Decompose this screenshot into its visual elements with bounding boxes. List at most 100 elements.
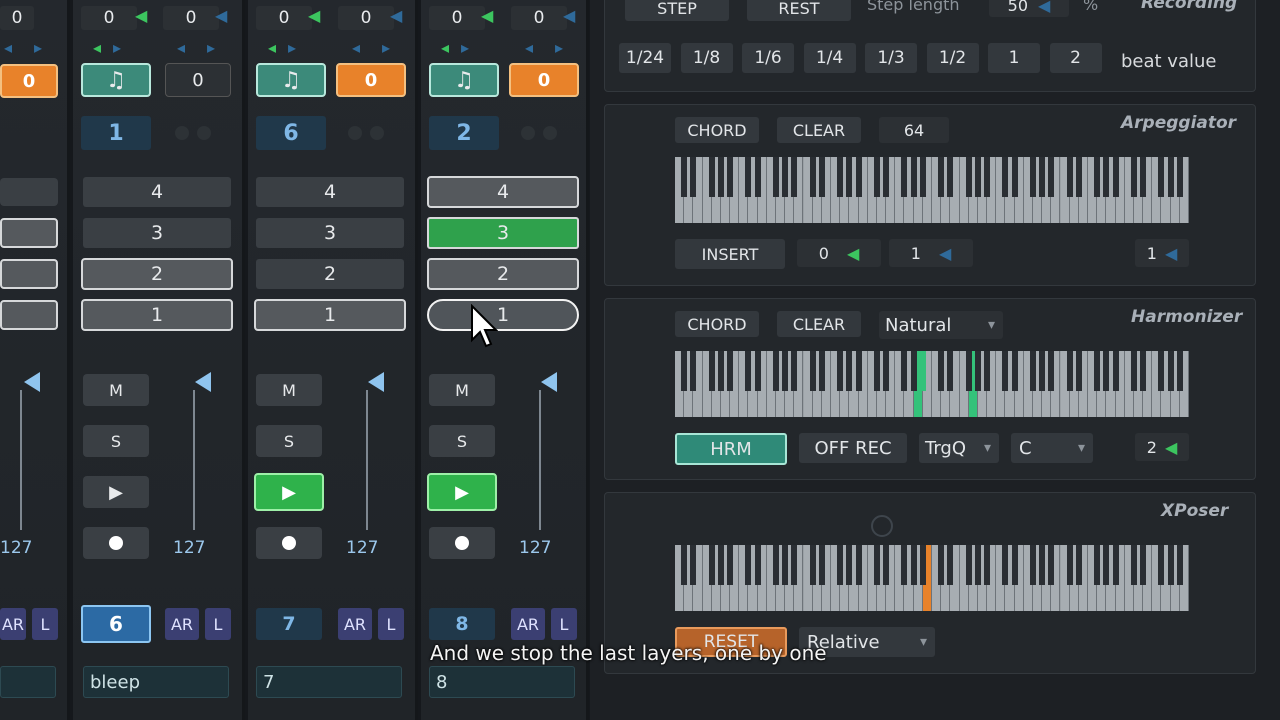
black-key[interactable] — [809, 351, 816, 391]
strip1-layer-1[interactable]: 1 — [81, 299, 233, 331]
beat-value-button[interactable]: 2 — [1049, 43, 1102, 73]
strip3-number-button[interactable]: 8 — [429, 608, 495, 640]
black-key[interactable] — [818, 351, 825, 391]
strip1-solo-button[interactable]: S — [83, 425, 149, 457]
trigger-dropdown[interactable]: TrgQ — [919, 433, 999, 463]
black-key[interactable] — [1103, 545, 1110, 585]
black-key[interactable] — [681, 157, 688, 197]
arrow-left-icon[interactable]: ◀ — [563, 6, 575, 25]
black-key[interactable] — [1066, 157, 1073, 197]
arrow-right-icon[interactable]: ▸ — [382, 38, 390, 57]
black-key[interactable] — [717, 351, 724, 391]
arrow-right-icon[interactable]: ▸ — [34, 38, 42, 57]
strip1-layer-4[interactable]: 4 — [83, 177, 231, 207]
black-key[interactable] — [901, 351, 908, 391]
strip1-l-button[interactable]: L — [205, 608, 231, 640]
black-key[interactable] — [984, 545, 991, 585]
strip0-velocity-flag[interactable] — [24, 372, 40, 392]
strip2-value-a[interactable]: 0 — [256, 6, 312, 30]
black-key[interactable] — [1039, 351, 1046, 391]
black-key[interactable] — [1140, 157, 1147, 197]
strip3-l-button[interactable]: L — [551, 608, 577, 640]
black-key[interactable] — [1002, 157, 1009, 197]
beat-value-button[interactable]: 1/24 — [619, 43, 671, 73]
arp-value-box[interactable]: 64 — [879, 117, 949, 143]
strip3-layer-4[interactable]: 4 — [427, 176, 579, 208]
black-key[interactable] — [1075, 545, 1082, 585]
strip0-layer-0[interactable] — [0, 300, 58, 330]
arrow-right-icon[interactable]: ▸ — [288, 38, 296, 57]
black-key[interactable] — [883, 351, 890, 391]
strip3-layer-1[interactable]: 1 — [427, 299, 579, 331]
black-key[interactable] — [855, 351, 862, 391]
black-key[interactable] — [818, 157, 825, 197]
arp-param2[interactable]: 1 ◀ — [889, 239, 973, 267]
harm-clear-button[interactable]: CLEAR — [777, 311, 861, 337]
arrow-left-icon[interactable]: ◀ — [135, 6, 147, 25]
beat-value-button[interactable]: 1/2 — [926, 43, 979, 73]
black-key[interactable] — [791, 545, 798, 585]
black-key[interactable] — [1176, 351, 1183, 391]
arrow-left-icon[interactable]: ◂ — [268, 38, 276, 57]
black-key[interactable] — [772, 545, 779, 585]
black-key[interactable] — [873, 157, 880, 197]
black-key[interactable] — [1039, 157, 1046, 197]
black-key[interactable] — [846, 157, 853, 197]
black-key[interactable] — [947, 545, 954, 585]
strip0-l-button[interactable]: L — [32, 608, 58, 640]
black-key[interactable] — [938, 545, 945, 585]
strip2-l-button[interactable]: L — [378, 608, 404, 640]
black-key[interactable] — [965, 157, 972, 197]
strip3-record-button[interactable] — [429, 527, 495, 559]
strip2-play-button[interactable]: ▶ — [254, 473, 324, 511]
arpeggiator-keyboard[interactable] — [675, 157, 1189, 223]
strip0-ar-button[interactable]: AR — [0, 608, 26, 640]
key-dropdown[interactable]: C — [1011, 433, 1093, 463]
black-key[interactable] — [974, 157, 981, 197]
black-key[interactable] — [1094, 157, 1101, 197]
transpose-knob-icon[interactable] — [871, 515, 893, 537]
black-key[interactable] — [772, 157, 779, 197]
black-key[interactable] — [727, 351, 734, 391]
strip1-layer-2[interactable]: 2 — [81, 258, 233, 290]
black-key[interactable] — [883, 157, 890, 197]
black-key[interactable] — [690, 157, 697, 197]
black-key[interactable] — [1140, 545, 1147, 585]
strip3-layer-3[interactable]: 3 — [427, 217, 579, 249]
black-key[interactable] — [1011, 351, 1018, 391]
strip2-note-button[interactable]: ♫ — [256, 63, 326, 97]
strip2-orange-button[interactable]: 0 — [336, 63, 406, 97]
black-key[interactable] — [1130, 157, 1137, 197]
black-key[interactable] — [837, 545, 844, 585]
strip3-layer-2[interactable]: 2 — [427, 258, 579, 290]
black-key[interactable] — [818, 545, 825, 585]
step-length-value[interactable]: 50 ◀ — [989, 0, 1069, 17]
black-key[interactable] — [782, 351, 789, 391]
black-key[interactable] — [846, 351, 853, 391]
black-key[interactable] — [873, 545, 880, 585]
black-key[interactable] — [1066, 351, 1073, 391]
black-key[interactable] — [910, 545, 917, 585]
black-key[interactable] — [1048, 545, 1055, 585]
strip0-layer-1[interactable] — [0, 259, 58, 289]
black-key[interactable] — [1011, 157, 1018, 197]
black-key[interactable] — [745, 545, 752, 585]
black-key[interactable] — [984, 157, 991, 197]
strip1-channel[interactable]: 1 — [81, 116, 151, 150]
black-key[interactable] — [809, 157, 816, 197]
black-key[interactable] — [974, 545, 981, 585]
strip3-note-button[interactable]: ♫ — [429, 63, 499, 97]
black-key[interactable] — [727, 545, 734, 585]
harm-value-box[interactable]: 2 ◀ — [1135, 433, 1189, 461]
black-key[interactable] — [1094, 545, 1101, 585]
black-key[interactable] — [1011, 545, 1018, 585]
strip0-layer-3[interactable] — [0, 178, 58, 206]
strip2-layer-3[interactable]: 3 — [256, 218, 404, 248]
arrow-left-icon[interactable]: ◀ — [308, 6, 320, 25]
black-key[interactable] — [782, 545, 789, 585]
arrow-left-icon[interactable]: ◂ — [177, 38, 185, 57]
arrow-left-icon[interactable]: ◂ — [4, 38, 12, 57]
black-key[interactable] — [1176, 157, 1183, 197]
strip2-layer-4[interactable]: 4 — [256, 177, 404, 207]
arrow-left-icon[interactable]: ◂ — [525, 38, 533, 57]
